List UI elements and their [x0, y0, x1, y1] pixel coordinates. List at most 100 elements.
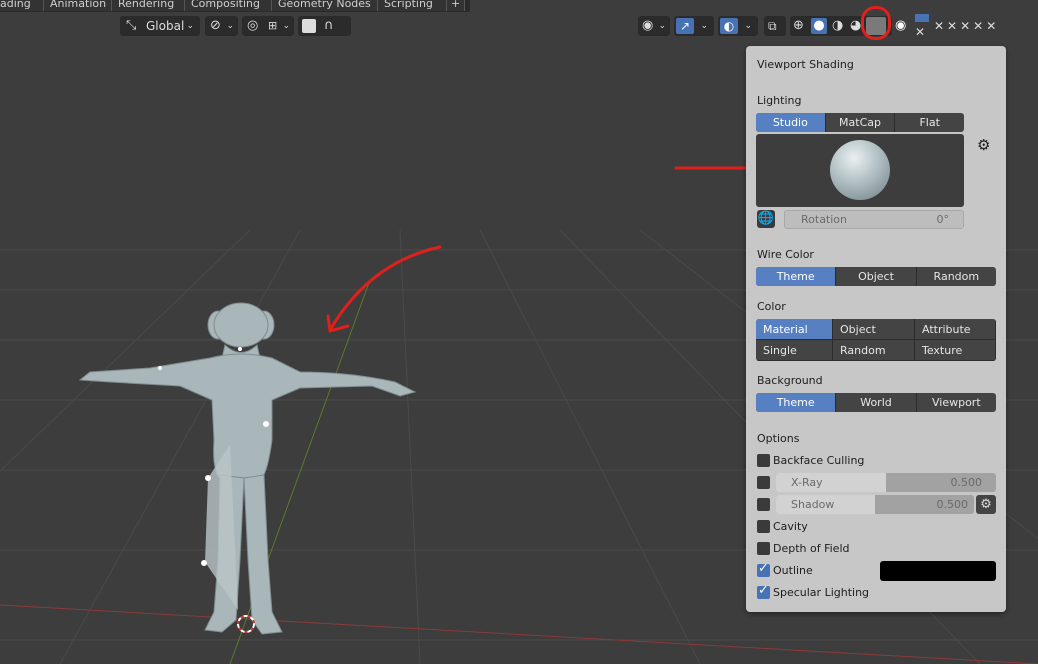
- color-object-button[interactable]: Object: [833, 319, 915, 340]
- overlay-icon[interactable]: ◐: [720, 18, 738, 34]
- tab-rendering[interactable]: Rendering: [112, 0, 185, 11]
- studio-light-preview[interactable]: [756, 134, 964, 207]
- options-label: Options: [757, 432, 800, 445]
- xray-value: 0.500: [950, 476, 983, 489]
- material-shading-icon[interactable]: ◑: [832, 16, 843, 36]
- background-theme-button[interactable]: Theme: [756, 393, 837, 412]
- chevron-down-icon: ⌄: [282, 21, 290, 31]
- lighting-flat-button[interactable]: Flat: [895, 113, 964, 132]
- outline-label: Outline: [773, 564, 813, 577]
- wire-color-theme-button[interactable]: Theme: [756, 267, 837, 286]
- shadow-slider[interactable]: Shadow 0.500: [776, 495, 974, 514]
- rendered-shading-icon[interactable]: ◕: [850, 16, 861, 36]
- light-preview-sphere: [830, 140, 890, 200]
- mesh-edit-toggles[interactable]: ✕: [913, 14, 931, 39]
- overlay-dropdown[interactable]: ◐ ⌄: [718, 16, 758, 36]
- backface-culling-checkbox[interactable]: [757, 454, 770, 467]
- background-world-button[interactable]: World: [836, 393, 917, 412]
- pivot-icon: ⊘: [210, 18, 221, 33]
- xray-label: X-Ray: [791, 476, 823, 489]
- cavity-checkbox[interactable]: [757, 520, 770, 533]
- xray-checkbox[interactable]: [757, 476, 770, 489]
- wire-color-label: Wire Color: [757, 248, 814, 261]
- chevron-down-icon: ⌄: [186, 21, 194, 31]
- depth-of-field-label: Depth of Field: [773, 542, 850, 555]
- wire-color-selector: Theme Object Random: [756, 267, 996, 286]
- close-icon: ✕: [915, 25, 926, 39]
- add-workspace-button[interactable]: +: [447, 0, 465, 11]
- lighting-studio-button[interactable]: Studio: [756, 113, 826, 132]
- edit-mode-icon: [915, 14, 929, 22]
- lighting-selector: Studio MatCap Flat: [756, 113, 964, 132]
- gizmo-dropdown[interactable]: ↗ ⌄: [674, 16, 714, 36]
- 3d-viewport[interactable]: ading Animation Rendering Compositing Ge…: [0, 0, 1038, 664]
- orientation-label: Global: [146, 19, 185, 33]
- background-selector: Theme World Viewport: [756, 393, 996, 412]
- outline-checkbox[interactable]: [757, 561, 770, 577]
- annotation-circle: [861, 6, 891, 40]
- wire-color-random-button[interactable]: Random: [917, 267, 996, 286]
- tab-shading[interactable]: ading: [0, 0, 44, 11]
- shadow-settings-icon[interactable]: ⚙: [976, 495, 996, 514]
- gear-icon[interactable]: ⚙: [977, 136, 990, 154]
- snap-icon: ◎: [247, 18, 259, 33]
- 3d-cursor[interactable]: [237, 615, 255, 633]
- color-label: Color: [757, 300, 786, 313]
- character-mesh[interactable]: [78, 302, 417, 635]
- eye-icon: ◉: [895, 18, 907, 33]
- pivot-point-dropdown[interactable]: ⊘ ⌄: [205, 16, 238, 36]
- lighting-matcap-button[interactable]: MatCap: [826, 113, 896, 132]
- rotation-value: 0°: [936, 213, 950, 226]
- color-random-button[interactable]: Random: [833, 340, 915, 361]
- xray-slider[interactable]: X-Ray 0.500: [776, 473, 996, 492]
- x-axis-line: [0, 604, 1038, 664]
- tab-geometry-nodes[interactable]: Geometry Nodes: [272, 0, 378, 11]
- chevron-down-icon: ⌄: [700, 21, 708, 31]
- rotation-label: Rotation: [801, 213, 848, 226]
- falloff-icon[interactable]: ∩: [324, 16, 334, 36]
- background-label: Background: [757, 374, 823, 387]
- tab-scripting[interactable]: Scripting: [378, 0, 447, 11]
- tab-compositing[interactable]: Compositing: [185, 0, 272, 11]
- visibility-icon: ◉: [642, 18, 654, 33]
- workspace-tab-bar: ading Animation Rendering Compositing Ge…: [0, 0, 470, 12]
- transform-orientation-icon: ⤡: [126, 18, 137, 33]
- color-material-button[interactable]: Material: [756, 319, 833, 340]
- object-visibility-toggle[interactable]: ◉: [894, 16, 912, 36]
- transform-orientation-dropdown[interactable]: ⤡ Global ⌄: [120, 16, 200, 36]
- background-viewport-button[interactable]: Viewport: [917, 393, 996, 412]
- popup-title: Viewport Shading: [757, 58, 854, 71]
- color-texture-button[interactable]: Texture: [915, 340, 996, 361]
- cavity-label: Cavity: [773, 520, 808, 533]
- chevron-down-icon: ⌄: [658, 21, 666, 31]
- shadow-checkbox[interactable]: [757, 498, 770, 511]
- shadow-value: 0.500: [936, 498, 969, 511]
- chevron-down-icon: ⌄: [744, 21, 752, 31]
- solid-shading-icon[interactable]: ●: [811, 18, 827, 34]
- world-space-lighting-icon[interactable]: 🌐: [757, 210, 775, 228]
- backface-culling-label: Backface Culling: [773, 454, 865, 467]
- snap-dropdown[interactable]: ◎ ⊞ ⌄: [242, 16, 294, 36]
- color-attribute-button[interactable]: Attribute: [915, 319, 996, 340]
- proportional-edit-icon[interactable]: [302, 19, 316, 33]
- proportional-edit-group[interactable]: ∩: [298, 16, 351, 36]
- gizmo-toggles-row[interactable]: ✕✕✕✕✕: [934, 16, 1038, 36]
- rotation-field[interactable]: Rotation 0°: [784, 210, 964, 229]
- annotation-curved-arrow: [328, 245, 442, 332]
- xray-toggle[interactable]: ⧉: [764, 16, 786, 36]
- lighting-label: Lighting: [757, 94, 802, 107]
- wireframe-shading-icon[interactable]: ⊕: [793, 16, 804, 36]
- shadow-label: Shadow: [791, 498, 835, 511]
- color-single-button[interactable]: Single: [756, 340, 833, 361]
- chevron-down-icon: ⌄: [226, 21, 234, 31]
- depth-of-field-checkbox[interactable]: [757, 542, 770, 555]
- tab-animation[interactable]: Animation: [44, 0, 112, 11]
- visibility-dropdown[interactable]: ◉ ⌄: [638, 16, 670, 36]
- specular-lighting-checkbox[interactable]: [757, 583, 770, 599]
- specular-lighting-label: Specular Lighting: [773, 586, 870, 599]
- xray-toggle-icon: ⧉: [768, 19, 777, 33]
- outline-color-swatch[interactable]: [880, 561, 996, 581]
- gizmo-icon[interactable]: ↗: [676, 18, 694, 34]
- wire-color-object-button[interactable]: Object: [836, 267, 917, 286]
- snap-target-icon: ⊞: [268, 19, 278, 32]
